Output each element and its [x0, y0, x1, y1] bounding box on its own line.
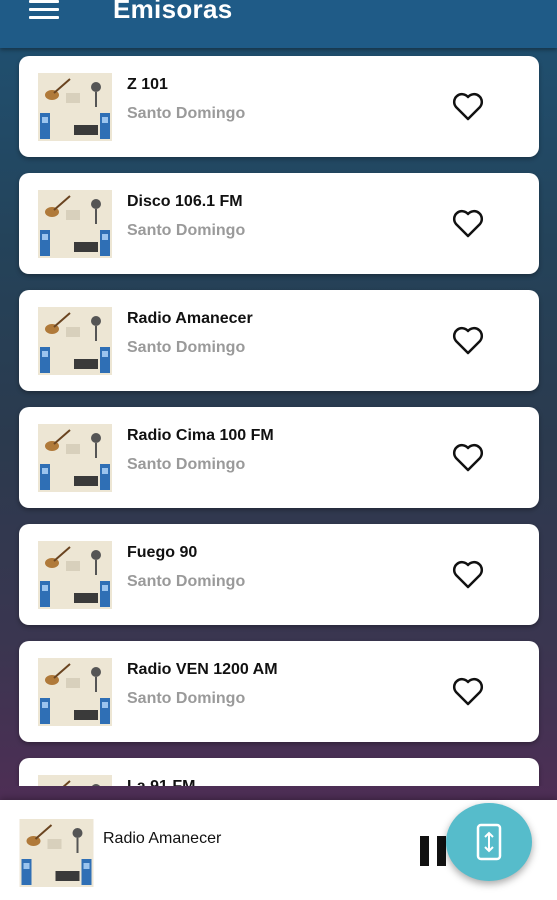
station-card[interactable]: Disco 106.1 FM Santo Domingo	[19, 173, 539, 274]
station-name: Radio Cima 100 FM	[127, 427, 274, 444]
heart-outline-icon[interactable]	[452, 326, 484, 356]
station-thumbnail	[38, 424, 112, 492]
station-city: Santo Domingo	[127, 105, 246, 122]
heart-outline-icon[interactable]	[452, 560, 484, 590]
menu-icon[interactable]	[29, 0, 59, 19]
station-thumbnail	[38, 775, 112, 786]
station-name: Z 101	[127, 76, 168, 93]
page-title: Emisoras	[113, 0, 233, 24]
station-name: Fuego 90	[127, 544, 198, 561]
station-thumbnail	[38, 73, 112, 141]
station-card[interactable]: Radio Cima 100 FM Santo Domingo	[19, 407, 539, 508]
station-card[interactable]: Radio VEN 1200 AM Santo Domingo	[19, 641, 539, 742]
station-city: Santo Domingo	[127, 690, 246, 707]
station-thumbnail	[38, 307, 112, 375]
station-thumbnail	[38, 541, 112, 609]
station-thumbnail	[38, 658, 112, 726]
heart-outline-icon[interactable]	[452, 92, 484, 122]
station-card[interactable]: Fuego 90 Santo Domingo	[19, 524, 539, 625]
station-card[interactable]: Z 101 Santo Domingo	[19, 56, 539, 157]
heart-outline-icon[interactable]	[452, 443, 484, 473]
station-name: Disco 106.1 FM	[127, 193, 243, 210]
station-card[interactable]: La 91 FM	[19, 758, 539, 786]
station-city: Santo Domingo	[127, 573, 246, 590]
station-city: Santo Domingo	[127, 339, 246, 356]
station-city: Santo Domingo	[127, 456, 246, 473]
station-thumbnail	[38, 190, 112, 258]
app-bar: Emisoras	[0, 0, 557, 48]
now-playing-title: Radio Amanecer	[103, 830, 222, 847]
station-list[interactable]: Z 101 Santo Domingo Disco 106.1 FM Santo…	[0, 48, 557, 786]
station-name: La 91 FM	[127, 778, 195, 786]
station-card[interactable]: Radio Amanecer Santo Domingo	[19, 290, 539, 391]
heart-outline-icon[interactable]	[452, 677, 484, 707]
expand-player-button[interactable]	[446, 803, 532, 881]
now-playing-thumbnail	[19, 819, 94, 887]
heart-outline-icon[interactable]	[452, 209, 484, 239]
station-name: Radio Amanecer	[127, 310, 253, 327]
station-name: Radio VEN 1200 AM	[127, 661, 278, 678]
expand-vertical-icon	[476, 823, 502, 861]
station-city: Santo Domingo	[127, 222, 246, 239]
